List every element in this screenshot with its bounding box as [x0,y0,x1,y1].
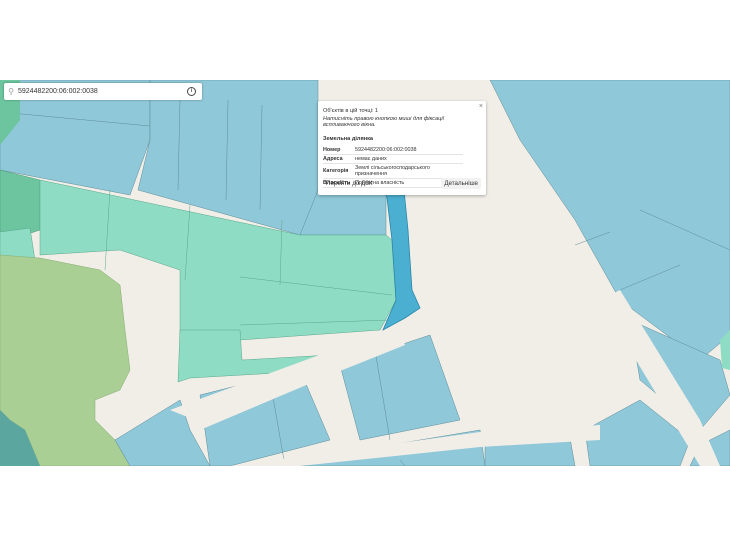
details-button[interactable]: Детальніше [441,178,481,189]
row-value: немає даних [355,154,463,164]
search-icon: ⚲ [8,87,14,96]
row-key: Номер [323,146,355,155]
row-value: 5924482200:06:002:0038 [355,146,463,155]
row-key: Категорія [323,163,355,179]
goto-dzk-button[interactable]: Перейти до ДЗК [323,178,376,189]
parcel[interactable] [489,80,730,361]
info-icon[interactable]: i [187,87,196,96]
popup-actions: Перейти до ДЗК Детальніше [323,178,481,189]
row-key: Адреса [323,154,355,164]
section-title: Земельна ділянка [323,136,374,142]
search-bar[interactable]: ⚲ 5924482200:06:002:0038 i [4,83,202,100]
row-value: Землі сільськогосподарського призначення [355,163,463,179]
search-input[interactable]: 5924482200:06:002:0038 [18,88,187,95]
close-icon[interactable]: × [479,103,483,110]
parcel-popup: × Об'єктів в цій точці: 1 Натисніть прав… [318,101,486,195]
table-row: Номер 5924482200:06:002:0038 [323,146,463,155]
popup-hint: Натисніть правою кнопкою миші для фіксац… [323,116,444,128]
objects-count: Об'єктів в цій точці: 1 [323,108,379,114]
table-row: Категорія Землі сільськогосподарського п… [323,163,463,179]
table-row: Адреса немає даних [323,154,463,164]
